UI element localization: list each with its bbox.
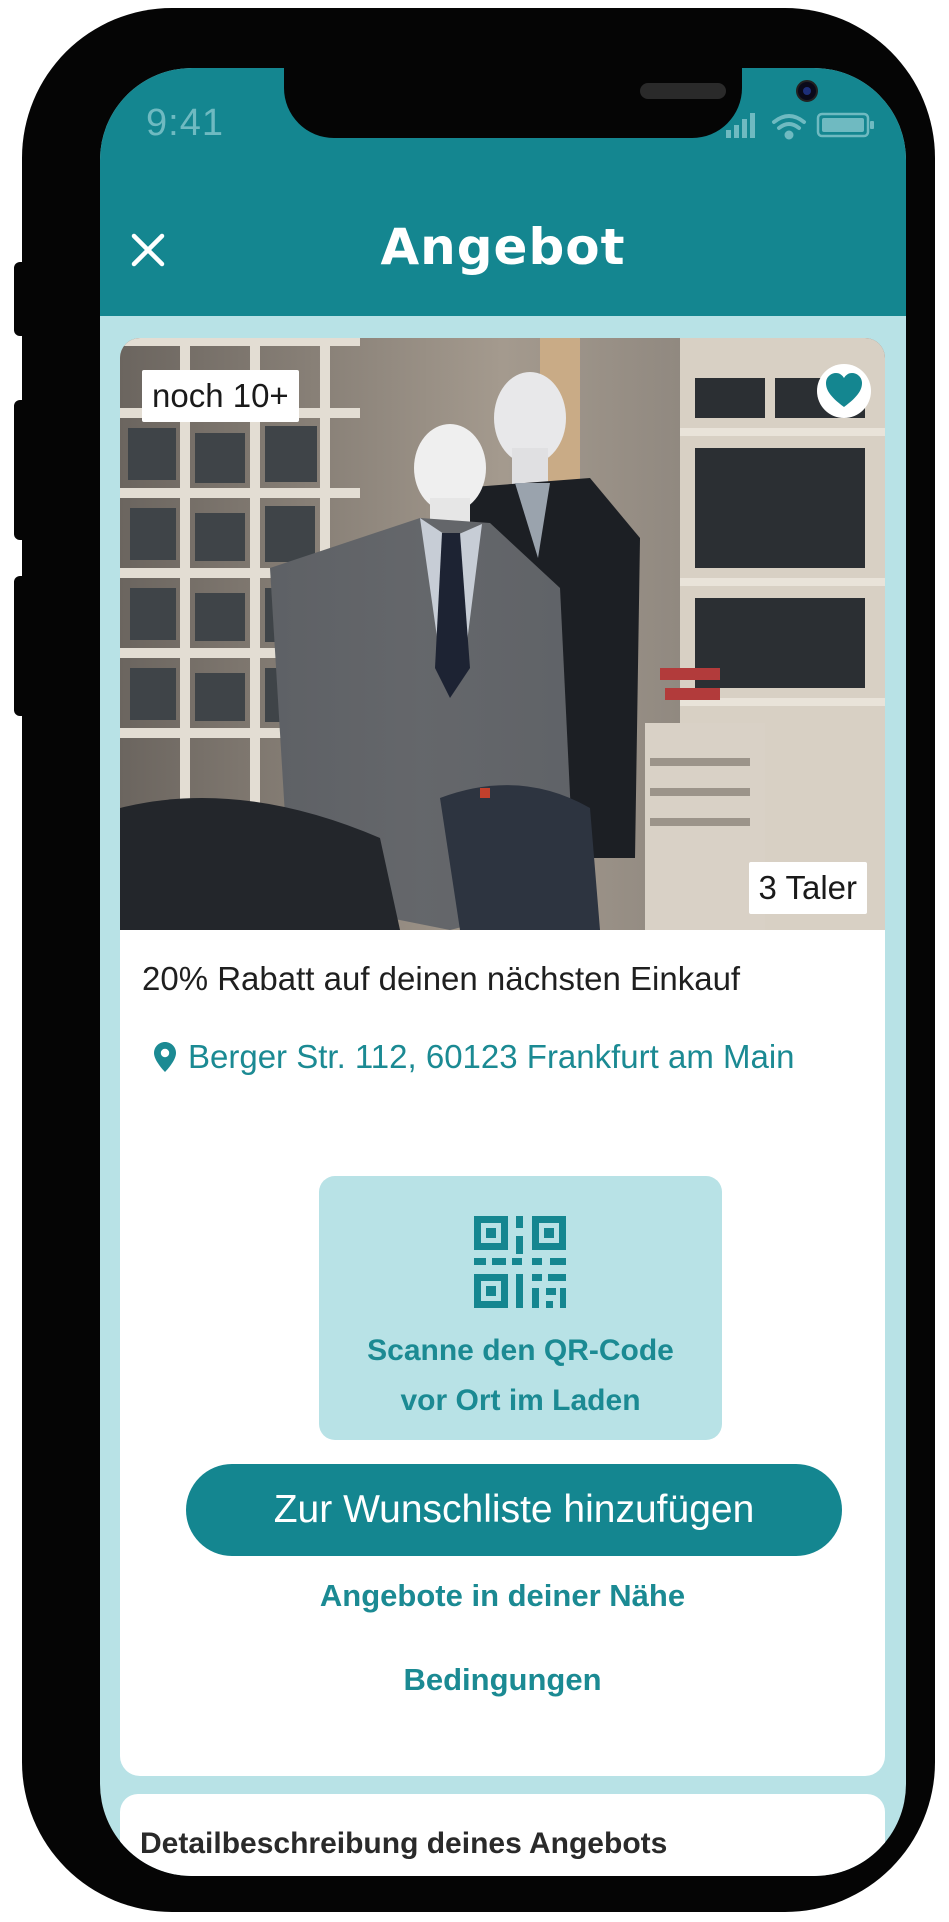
battery-icon [816,112,874,138]
qr-instructions: Scanne den QR-Code vor Ort im Laden [319,1326,722,1426]
page-title: Angebot [380,218,626,276]
qr-line-1: Scanne den QR-Code [367,1334,674,1367]
qr-code-icon [474,1216,566,1308]
detail-card: Detailbeschreibung deines Angebots Lorem… [120,1794,885,1876]
map-pin-icon [154,1042,176,1072]
nearby-offers-link[interactable]: Angebote in deiner Nähe [120,1578,885,1614]
price-badge: 3 Taler [748,862,867,914]
app-header: 9:41 Angebot [100,68,906,316]
phone-frame: 9:41 Angebot noch 10+ 3 Taler 20% Rabatt… [22,8,935,1912]
offer-title: 20% Rabatt auf deinen nächsten Einkauf [142,960,741,997]
remaining-badge: noch 10+ [142,370,299,422]
favorite-button[interactable] [817,364,871,418]
offer-address[interactable]: Berger Str. 112, 60123 Frankfurt am Main [154,1038,795,1076]
detail-text: Lorem ipsum dolor sit amet, consectetuer… [140,1866,740,1876]
address-text: Berger Str. 112, 60123 Frankfurt am Main [188,1038,795,1075]
detail-title: Detailbeschreibung deines Angebots [140,1827,668,1860]
notch [284,68,818,138]
terms-link[interactable]: Bedingungen [120,1662,885,1698]
offer-image [120,338,885,930]
status-time: 9:41 [146,102,224,144]
status-icons [726,112,874,140]
offer-card: noch 10+ 3 Taler 20% Rabatt auf deinen n… [120,338,885,1776]
front-camera [796,80,818,102]
wifi-icon [772,114,806,140]
add-to-wishlist-button[interactable]: Zur Wunschliste hinzufügen [186,1464,842,1556]
qr-scan-box[interactable]: Scanne den QR-Code vor Ort im Laden [319,1176,722,1440]
earpiece-speaker [640,83,726,99]
qr-line-2: vor Ort im Laden [400,1384,641,1417]
app-screen: 9:41 Angebot noch 10+ 3 Taler 20% Rabatt… [100,68,906,1876]
heart-icon [826,373,862,407]
